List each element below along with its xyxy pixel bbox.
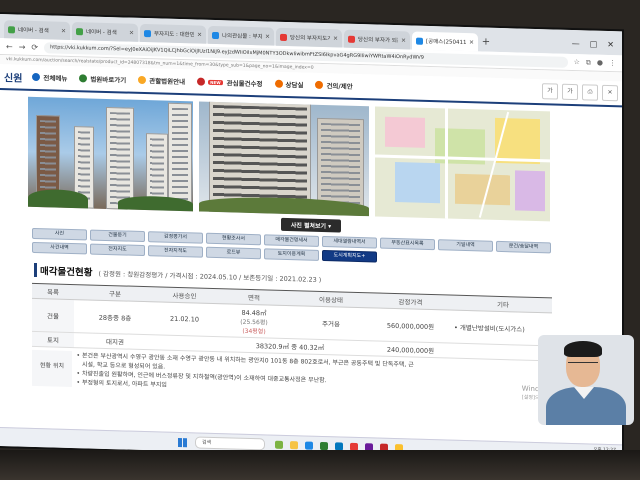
- glasses-icon: [568, 362, 598, 369]
- font-smaller-button[interactable]: 가: [562, 83, 578, 101]
- maximize-button[interactable]: □: [590, 39, 598, 48]
- tab-map[interactable]: 전자지도: [90, 243, 145, 257]
- windows-start-icon[interactable]: [178, 437, 187, 447]
- site-favicon-icon: [144, 29, 151, 37]
- location-list: 본건은 부산광역시 수영구 광안동 소재 수영구 광안동 내 위치하는 광안지0…: [72, 351, 414, 397]
- close-tab-icon[interactable]: ✕: [129, 29, 134, 36]
- map-photo[interactable]: [375, 106, 550, 222]
- menu-all-button[interactable]: 전체메뉴: [32, 72, 67, 83]
- suggest-icon: [315, 80, 324, 90]
- consult-button[interactable]: 상담실: [274, 79, 303, 89]
- monitor-screen: 네이버 - 검색✕ 네이버 - 검색✕ 부자지도 : 대한민국 검색✕ 나의관심…: [0, 14, 622, 464]
- chrome-icon[interactable]: [320, 441, 328, 451]
- close-tab-icon[interactable]: ✕: [401, 37, 406, 44]
- tab-status-report[interactable]: 현황조사서: [206, 232, 261, 246]
- court-icon: [79, 74, 88, 83]
- close-popup-button[interactable]: ✕: [602, 84, 618, 102]
- site-menu: 전체메뉴 법원바로가기 관할법원안내 NEW 관심물건수정 상담실 건의/제안: [32, 72, 353, 91]
- close-tab-icon[interactable]: ✕: [333, 35, 338, 42]
- print-icon[interactable]: ⎙: [582, 84, 598, 101]
- browser-tab[interactable]: 당신의 부자지도가 되는✕: [276, 27, 342, 48]
- property-photos: [0, 90, 622, 225]
- tab-case[interactable]: 사건내역: [32, 241, 87, 255]
- tab-building-registry[interactable]: 건물등기: [90, 229, 145, 243]
- monitor-bezel: [0, 450, 640, 480]
- browser-tab[interactable]: 부자지도 : 대한민국 검색✕: [140, 23, 206, 44]
- apartment-photo-1[interactable]: [28, 96, 193, 212]
- browser-tab-active[interactable]: [공매스(250411) 검색]✕: [412, 31, 478, 52]
- address-bar-icons: ☆ ⧉ ● ⋮: [574, 58, 616, 68]
- browser-tab[interactable]: 네이버 - 검색 ✕: [4, 20, 70, 40]
- tab-roadview[interactable]: 로드뷰: [206, 246, 261, 260]
- naver-favicon-icon: [76, 27, 83, 35]
- tab-appraisal[interactable]: 감정평가서: [148, 231, 203, 244]
- browser-tab[interactable]: 네이버 - 검색 ✕: [72, 22, 138, 42]
- site-favicon-icon: [416, 37, 423, 45]
- info-icon: [138, 75, 147, 85]
- court-info-button[interactable]: 관할법원안내: [138, 75, 185, 86]
- tab-land-use[interactable]: 토지이용계획: [264, 248, 319, 261]
- chat-icon: [274, 79, 283, 88]
- app-icon[interactable]: [275, 440, 283, 449]
- close-tab-icon[interactable]: ✕: [61, 27, 66, 34]
- new-tab-button[interactable]: +: [480, 33, 492, 51]
- site-favicon-icon: [212, 31, 219, 39]
- tab-documents[interactable]: 문건/송달내역: [496, 240, 551, 254]
- property-table: 목록 구분 사용승인 면적 이용상태 감정가격 기타 건물 28층중 8층 21…: [32, 283, 552, 362]
- close-window-button[interactable]: ✕: [607, 40, 614, 49]
- apartment-photo-2[interactable]: [199, 101, 369, 217]
- star-icon[interactable]: ☆: [574, 58, 580, 67]
- site-logo[interactable]: 신원: [4, 69, 22, 85]
- minimize-button[interactable]: —: [572, 39, 580, 48]
- reload-icon[interactable]: ⟳: [31, 42, 38, 51]
- more-icon[interactable]: ⋮: [609, 59, 616, 68]
- suggest-button[interactable]: 건의/제안: [315, 80, 353, 91]
- section-title: 매각물건현황: [34, 262, 93, 279]
- tab-property-list[interactable]: 부동산표시목록: [380, 237, 435, 251]
- interest-edit-button[interactable]: NEW 관심물건수정: [197, 77, 263, 88]
- font-larger-button[interactable]: 가: [542, 83, 558, 100]
- forward-arrow-icon[interactable]: →: [19, 42, 26, 51]
- tab-sale-statement[interactable]: 매각물건명세서: [264, 234, 319, 247]
- window-controls: — □ ✕: [564, 39, 622, 56]
- location-label: 현황 위치: [32, 349, 72, 388]
- section-meta: ( 감정원 : 창원감정평가 / 가격시점 : 2024.05.10 / 보존등…: [98, 269, 322, 284]
- webcam-overlay: [538, 335, 634, 425]
- tab-photo[interactable]: 사진: [32, 227, 87, 241]
- site-favicon-icon: [280, 33, 287, 41]
- tab-dates[interactable]: 기일내역: [438, 239, 493, 252]
- close-tab-icon[interactable]: ✕: [469, 39, 474, 46]
- new-badge: NEW: [208, 79, 223, 85]
- back-arrow-icon[interactable]: ←: [6, 42, 13, 51]
- heart-icon: [197, 77, 206, 86]
- close-tab-icon[interactable]: ✕: [265, 33, 270, 40]
- extensions-icon[interactable]: ⧉: [586, 58, 591, 67]
- court-link-button[interactable]: 법원바로가기: [79, 73, 126, 85]
- view-photos-button[interactable]: 사진 펼쳐보기 ▾: [280, 217, 342, 233]
- header-tools: 가 가 ⎙ ✕: [542, 83, 618, 102]
- browser-tab[interactable]: 당신의 부자가 되는 곳✕: [344, 29, 410, 50]
- browser-tab[interactable]: 나의관심물 : 부자지도 ✕: [208, 25, 274, 46]
- edge-icon[interactable]: [305, 441, 313, 450]
- site-favicon-icon: [348, 35, 355, 43]
- folder-icon[interactable]: [290, 441, 298, 450]
- profile-icon[interactable]: ●: [597, 58, 603, 67]
- naver-favicon-icon: [8, 25, 15, 33]
- close-tab-icon[interactable]: ✕: [197, 31, 202, 38]
- tab-household[interactable]: 세대열람내역서: [322, 235, 377, 249]
- tab-city-plan[interactable]: 도시계획지도+: [322, 249, 377, 263]
- tab-cadastral[interactable]: 전자지적도: [148, 245, 203, 258]
- taskbar-search[interactable]: 검색: [195, 436, 265, 451]
- menu-icon: [32, 72, 41, 82]
